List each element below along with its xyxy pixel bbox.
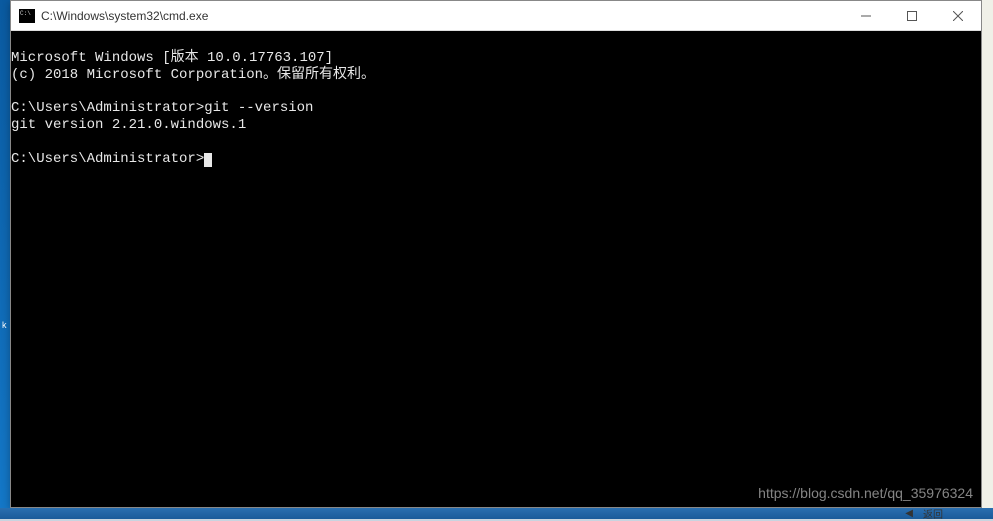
terminal-prompt: C:\Users\Administrator> xyxy=(11,151,204,167)
back-arrow-icon[interactable]: ◀ xyxy=(905,508,913,519)
right-background-strip xyxy=(982,0,993,519)
titlebar[interactable]: C:\Windows\system32\cmd.exe xyxy=(11,1,981,31)
terminal-line: Microsoft Windows [版本 10.0.17763.107] xyxy=(11,50,333,66)
cmd-icon xyxy=(19,9,35,23)
close-icon xyxy=(953,11,963,21)
terminal-line: git version 2.21.0.windows.1 xyxy=(11,117,246,133)
close-button[interactable] xyxy=(935,1,981,31)
taskbar[interactable] xyxy=(0,508,993,519)
desktop-icon-label: k xyxy=(2,320,7,330)
watermark: https://blog.csdn.net/qq_35976324 xyxy=(758,485,973,501)
window-controls xyxy=(843,1,981,30)
minimize-icon xyxy=(861,11,871,21)
minimize-button[interactable] xyxy=(843,1,889,31)
cmd-window: C:\Windows\system32\cmd.exe Microsoft Wi… xyxy=(10,0,982,508)
terminal-line: C:\Users\Administrator>git --version xyxy=(11,100,313,116)
maximize-button[interactable] xyxy=(889,1,935,31)
taskbar-right: ◀ 返回 xyxy=(905,508,943,519)
maximize-icon xyxy=(907,11,917,21)
terminal-line: (c) 2018 Microsoft Corporation。保留所有权利。 xyxy=(11,67,375,83)
cursor xyxy=(204,153,212,167)
terminal-body[interactable]: Microsoft Windows [版本 10.0.17763.107] (c… xyxy=(11,31,981,507)
window-title: C:\Windows\system32\cmd.exe xyxy=(41,9,843,23)
